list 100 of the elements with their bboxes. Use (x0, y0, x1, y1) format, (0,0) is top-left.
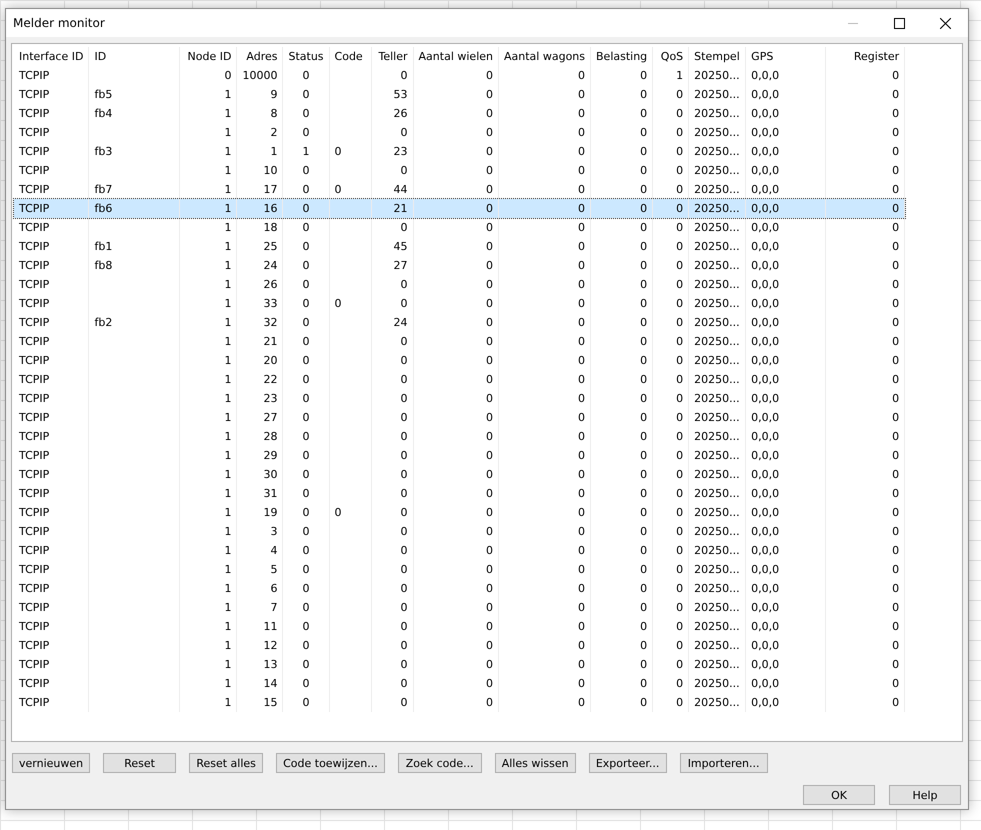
table-cell: 0 (302, 373, 310, 386)
dialog-button[interactable]: OK (803, 785, 875, 805)
table-cell: 0 (892, 677, 900, 690)
column-header[interactable]: Code (329, 47, 372, 66)
table-cell: 0 (302, 677, 310, 690)
table-cell: 0 (578, 259, 585, 272)
table-row[interactable]: TCPIP 1 27 0 0 0 0 0 0 20250... 0,0,0 0 (14, 408, 905, 427)
table-row[interactable]: TCPIP 1 4 0 0 0 0 0 0 20250... 0,0,0 0 (14, 541, 905, 560)
table-cell: 0 (892, 639, 900, 652)
table-cell: 0 (400, 392, 408, 405)
table-cell: fb6 (94, 202, 112, 215)
column-header[interactable]: Aantal wagons (498, 47, 590, 66)
table-cell: 20250... (694, 259, 740, 272)
column-header[interactable]: Node ID (180, 47, 237, 66)
table-row[interactable]: TCPIP fb3 1 1 1 0 23 0 0 0 0 20250... 0,0,0 0 (14, 142, 905, 161)
table-row[interactable]: TCPIP 0 10000 0 0 0 0 0 1 20250... 0,0,0 0 (14, 66, 905, 85)
table-cell: 1 (676, 69, 684, 82)
table-row[interactable]: TCPIP 1 2 0 0 0 0 0 0 20250... 0,0,0 0 (14, 123, 905, 142)
action-button[interactable]: Importeren... (680, 753, 768, 773)
action-button[interactable]: Reset (103, 753, 176, 773)
table-cell: 0 (676, 430, 684, 443)
table-row[interactable]: TCPIP 1 15 0 0 0 0 0 0 20250... 0,0,0 0 (14, 693, 905, 712)
table-row[interactable]: TCPIP 1 22 0 0 0 0 0 0 20250... 0,0,0 0 (14, 370, 905, 389)
table-row[interactable]: TCPIP 1 21 0 0 0 0 0 0 20250... 0,0,0 0 (14, 332, 905, 351)
table-row[interactable]: TCPIP 1 26 0 0 0 0 0 0 20250... 0,0,0 0 (14, 275, 905, 294)
dialog-button[interactable]: Help (889, 785, 961, 805)
column-header[interactable]: Teller (371, 47, 414, 66)
table-row[interactable]: TCPIP 1 7 0 0 0 0 0 0 20250... 0,0,0 0 (14, 598, 905, 617)
table-row[interactable]: TCPIP 1 18 0 0 0 0 0 0 20250... 0,0,0 0 (14, 218, 905, 237)
table-cell: 0 (676, 221, 684, 234)
table-cell: 0 (640, 392, 648, 405)
table-row[interactable]: TCPIP 1 12 0 0 0 0 0 0 20250... 0,0,0 0 (14, 636, 905, 655)
table-cell: 0 (892, 335, 900, 348)
table-row[interactable]: TCPIP fb2 1 32 0 24 0 0 0 0 20250... 0,0,0 0 (14, 313, 905, 332)
table-row[interactable]: TCPIP 1 10 0 0 0 0 0 0 20250... 0,0,0 0 (14, 161, 905, 180)
table-cell: 0 (302, 468, 310, 481)
column-header[interactable]: ID (88, 47, 180, 66)
table-cell: 0 (578, 639, 585, 652)
table-cell: 0 (676, 278, 684, 291)
action-button[interactable]: Reset alles (189, 753, 264, 773)
table-cell: 0 (486, 639, 493, 652)
table-cell: 0 (676, 164, 684, 177)
table-row[interactable]: TCPIP fb8 1 24 0 27 0 0 0 0 20250... 0,0,0 0 (14, 256, 905, 275)
table-cell: 0 (892, 316, 900, 329)
column-header[interactable]: Register (826, 47, 905, 66)
column-header[interactable]: Status (282, 47, 330, 66)
table-row[interactable]: TCPIP fb1 1 25 0 45 0 0 0 0 20250... 0,0,0 0 (14, 237, 905, 256)
column-header[interactable]: Belasting (590, 47, 653, 66)
table-cell: 0 (578, 221, 585, 234)
action-button[interactable]: vernieuwen (12, 753, 90, 773)
table-row[interactable]: TCPIP fb5 1 9 0 53 0 0 0 0 20250... 0,0,0 0 (14, 85, 905, 104)
table-cell: 10000 (242, 69, 278, 82)
table-cell: TCPIP (19, 373, 50, 386)
column-header[interactable]: Interface ID (14, 47, 89, 66)
column-header[interactable]: Aantal wielen (413, 47, 498, 66)
table-cell: TCPIP (19, 601, 50, 614)
table-cell: TCPIP (19, 354, 50, 367)
table-cell: fb4 (94, 107, 112, 120)
table-row[interactable]: TCPIP 1 5 0 0 0 0 0 0 20250... 0,0,0 0 (14, 560, 905, 579)
table-row[interactable]: TCPIP 1 29 0 0 0 0 0 0 20250... 0,0,0 0 (14, 446, 905, 465)
table-cell: 0 (892, 411, 900, 424)
table-cell: 0 (676, 506, 684, 519)
table-cell: 20250... (694, 221, 740, 234)
table-row[interactable]: TCPIP 1 3 0 0 0 0 0 0 20250... 0,0,0 0 (14, 522, 905, 541)
table-row[interactable]: TCPIP 1 6 0 0 0 0 0 0 20250... 0,0,0 0 (14, 579, 905, 598)
table-row[interactable]: TCPIP 1 19 0 0 0 0 0 0 0 20250... 0,0,0 0 (14, 503, 905, 522)
selected-row[interactable]: TCPIP fb6 1 16 0 21 0 0 0 0 20250... 0,0,0 0 (14, 199, 905, 218)
table-cell: 0 (302, 544, 310, 557)
action-button[interactable]: Code toewijzen... (276, 753, 385, 773)
table-cell: TCPIP (19, 259, 50, 272)
table-row[interactable]: TCPIP 1 13 0 0 0 0 0 0 20250... 0,0,0 0 (14, 655, 905, 674)
table-row[interactable]: TCPIP 1 23 0 0 0 0 0 0 20250... 0,0,0 0 (14, 389, 905, 408)
table-cell: 15 (263, 696, 278, 709)
table-cell: 9 (270, 88, 278, 101)
table-cell: 0,0,0 (751, 221, 780, 234)
table-cell: 0 (892, 126, 900, 139)
table-cell: 44 (394, 183, 408, 196)
table-row[interactable]: TCPIP 1 14 0 0 0 0 0 0 20250... 0,0,0 0 (14, 674, 905, 693)
table-row[interactable]: TCPIP 1 33 0 0 0 0 0 0 0 20250... 0,0,0 0 (14, 294, 905, 313)
table-row[interactable]: TCPIP 1 31 0 0 0 0 0 0 20250... 0,0,0 0 (14, 484, 905, 503)
table-cell: 0 (486, 677, 493, 690)
action-button[interactable]: Exporteer... (588, 753, 667, 773)
table-row[interactable]: TCPIP 1 28 0 0 0 0 0 0 20250... 0,0,0 0 (14, 427, 905, 446)
table-cell: 1 (224, 126, 232, 139)
action-button[interactable]: Zoek code... (398, 753, 482, 773)
table-cell: 0,0,0 (751, 696, 780, 709)
table-cell: 0 (400, 221, 408, 234)
table-row[interactable]: TCPIP fb4 1 8 0 26 0 0 0 0 20250... 0,0,0 0 (14, 104, 905, 123)
column-header[interactable]: Stempel (688, 47, 746, 66)
table-row[interactable]: TCPIP 1 20 0 0 0 0 0 0 20250... 0,0,0 0 (14, 351, 905, 370)
table-cell: 23 (263, 392, 278, 405)
table-row[interactable]: TCPIP 1 11 0 0 0 0 0 0 20250... 0,0,0 0 (14, 617, 905, 636)
table-cell: 0 (302, 620, 310, 633)
table-row[interactable]: TCPIP 1 30 0 0 0 0 0 0 20250... 0,0,0 0 (14, 465, 905, 484)
table-cell: 0 (578, 601, 585, 614)
table-cell: 23 (394, 145, 408, 158)
column-header[interactable]: QoS (652, 47, 689, 66)
column-header[interactable]: Adres (236, 47, 283, 66)
action-button[interactable]: Alles wissen (494, 753, 576, 773)
column-header[interactable]: GPS (746, 47, 826, 66)
